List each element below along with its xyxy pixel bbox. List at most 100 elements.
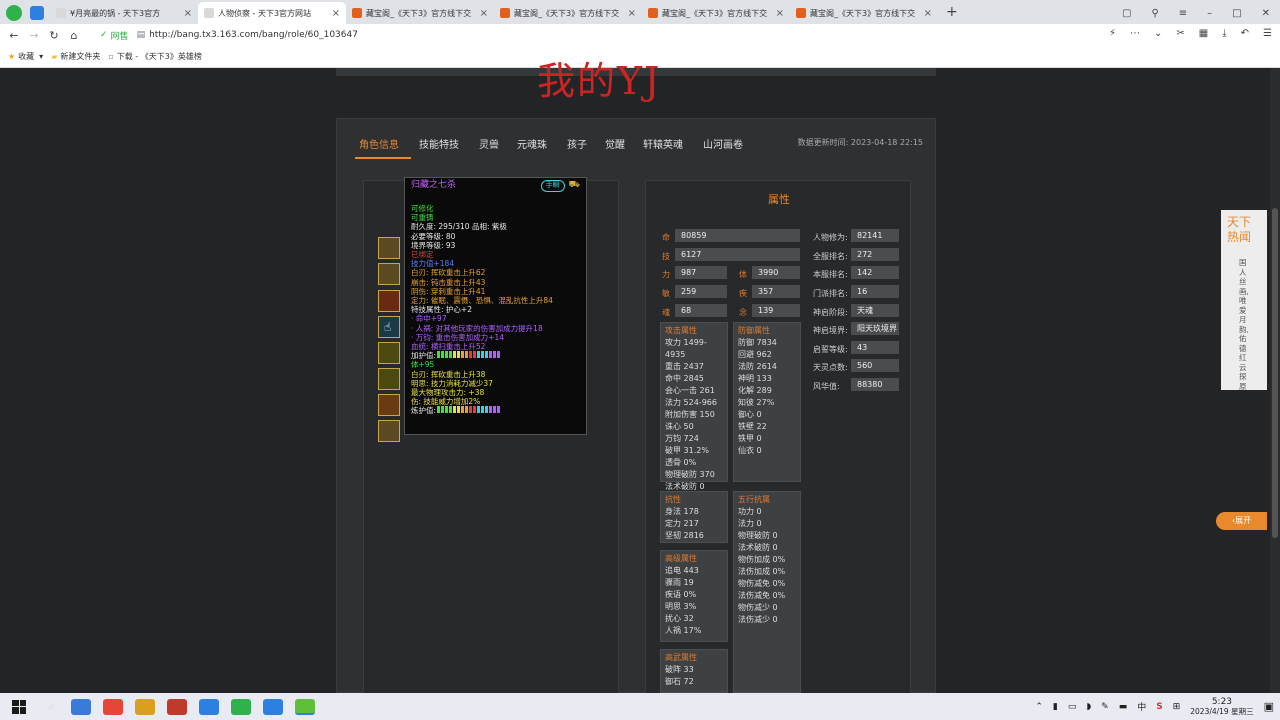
stat-label-agi: 敏 [662,289,670,298]
page-scrollbar[interactable] [1270,68,1280,693]
clock[interactable]: 5:23 2023/4/19 星期三 [1190,697,1253,717]
menu-icon[interactable]: ≡ [1179,8,1187,19]
item-tooltip: 归藏之七杀 手瞬 ⛟ 可修化 可重铸 耐久度: 295/310 品相: 紫极 必要等级… [404,177,587,435]
close-icon[interactable]: × [480,8,488,19]
ime-indicator[interactable]: 中 [1137,700,1146,713]
tab-heroes[interactable]: 轩辕英魂 [643,136,683,151]
close-icon[interactable]: × [776,8,784,19]
home-icon[interactable]: ⌂ [64,29,84,42]
browser-tab-2[interactable]: 人物侦察 - 天下3官方网站 × [198,2,346,24]
battery-icon[interactable]: ▬ [1119,702,1128,712]
minimize-icon[interactable]: – [1207,8,1212,19]
tab-scrolls[interactable]: 山河画卷 [703,136,743,151]
tab-awakening[interactable]: 觉醒 [605,136,625,151]
taskbar-app-icon[interactable] [230,698,251,715]
back-icon[interactable]: ← [4,29,24,42]
tooltip-line: 崩击: 钝击重击上升43 [411,277,486,287]
download-icon[interactable]: ⤓ [1222,28,1226,39]
rstat-value: 88380 [851,378,899,391]
bookmark-favorites[interactable]: ★ 收藏 ▾ [8,51,43,62]
taskbar-app-icon[interactable] [166,698,187,715]
browser-tab-4[interactable]: 藏宝阁_《天下3》官方线下交 × [494,2,642,24]
tab-skills[interactable]: 技能特技 [419,136,459,151]
tab-role-info[interactable]: 角色信息 [359,136,399,151]
chevron-up-icon[interactable]: ⌃ [1035,702,1043,712]
rstat-label: 门派排名: [813,289,848,298]
bookmark-folder[interactable]: ▰ 新建文件夹 [51,51,100,62]
star-icon: ★ [8,52,16,61]
tab-underline [355,157,411,159]
tab-pets[interactable]: 灵兽 [479,136,499,151]
browser-tab-1[interactable]: ¥月亮最的锅 - 天下3官方 × [50,2,198,24]
pin-icon[interactable]: ⚲ [1151,8,1158,19]
overlay-title: 我的YJ [537,59,662,103]
tooltip-lines: 可修化 可重铸 耐久度: 295/310 品相: 紫极 必要等级: 80 境界等级: 9… [411,204,580,416]
equip-slot-8[interactable] [378,420,400,442]
equip-slot-5[interactable] [378,342,400,364]
address-bar[interactable]: ✓ 网售 ▤ http://bang.tx3.163.com/bang/role… [100,26,1050,44]
taskbar-app-icon[interactable] [262,698,283,715]
tooltip-line: 定力: 催眠、震慑、恐惧、混乱抗性上升84 [411,296,553,306]
more-icon[interactable]: ⋯ [1130,28,1140,39]
browser-logo-icon [6,5,22,21]
mic-icon[interactable]: ▮ [1053,702,1058,712]
apps-icon[interactable]: ▦ [1199,28,1208,39]
undo-icon[interactable]: ↶ [1241,28,1249,39]
equip-slot-3[interactable] [378,290,400,312]
tab-nav-icon[interactable] [30,6,44,20]
anti-attributes: 五行抗属 功力 0 法力 0 物理破防 0 法术破防 0 物伤加成 0% 法伤加成 0% 物… [733,491,801,693]
update-time: 数据更新时间: 2023-04-18 22:15 [797,138,923,147]
restore-icon[interactable]: ▢ [1122,8,1131,19]
equip-slot-7[interactable] [378,394,400,416]
close-icon[interactable]: × [924,8,932,19]
tooltip-line: 加护值: [411,351,580,360]
scissors-icon[interactable]: ✂ [1176,28,1184,39]
taskbar-app-icon[interactable] [70,698,91,715]
close-icon[interactable]: × [628,8,636,19]
folder-icon: ▰ [51,52,58,61]
hot-news-title: 天下热闻 [1227,215,1252,244]
hot-news-vertical-text: 国人丝画,唯爱月韵,佑德红云探原 [1239,258,1249,391]
network-icon[interactable]: ▭ [1068,702,1077,712]
pen-icon[interactable]: ✎ [1101,702,1109,712]
tooltip-line: 已绑定 [411,250,434,260]
maximize-icon[interactable]: □ [1232,8,1241,19]
tooltip-line: 白刃: 挥砍重击上升38 [411,369,486,379]
tooltip-line: · 人祸: 对其他玩家的伤害加成力提升18 [411,323,543,333]
close-icon[interactable]: × [184,8,192,19]
tray-more-icon[interactable]: ⊞ [1173,702,1181,712]
new-tab-button[interactable]: + [946,4,958,20]
search-icon[interactable]: ⌕ [48,699,55,714]
taskbar-app-icon[interactable] [198,698,219,715]
equip-slot-1[interactable] [378,237,400,259]
notif-app-icon[interactable]: S [1156,702,1162,712]
volume-icon[interactable]: ◗ [1086,702,1091,712]
taskbar-app-icon[interactable] [134,698,155,715]
system-tray: ⌃ ▮ ▭ ◗ ✎ ▬ 中 S ⊞ 5:23 2023/4/19 星期三 ▣ [1035,697,1274,717]
scrollbar-thumb[interactable] [1272,208,1278,538]
browser-tab-3[interactable]: 藏宝阁_《天下3》官方线下交 × [346,2,494,24]
taskbar-app-icon[interactable] [102,698,123,715]
tab-children[interactable]: 孩子 [567,136,587,151]
lightning-icon[interactable]: ⚡ [1109,28,1116,39]
chevron-down-icon[interactable]: ⌄ [1154,28,1162,39]
windows-start-icon[interactable] [12,699,26,714]
account-icon[interactable]: ☰ [1263,28,1272,39]
equip-slot-6[interactable] [378,368,400,390]
expand-button[interactable]: ‹展开 [1216,512,1267,530]
rstat-value: 阳天玖境界 [851,322,899,335]
equip-slot-2[interactable] [378,263,400,285]
rstat-value: 82141 [851,229,899,242]
close-window-icon[interactable]: ✕ [1262,8,1270,19]
forward-icon[interactable]: → [24,29,44,42]
browser-tab-5[interactable]: 藏宝阁_《天下3》官方线下交 × [642,2,790,24]
browser-tab-bar: ¥月亮最的锅 - 天下3官方 × 人物侦察 - 天下3官方网站 × 藏宝阁_《天下3… [0,0,1280,24]
taskbar-app-icon[interactable] [294,698,315,715]
notification-icon[interactable]: ▣ [1264,700,1274,713]
rstat-value: 43 [851,341,899,354]
reload-icon[interactable]: ↻ [44,29,64,42]
bookmark-download[interactable]: ▫ 下载 - 《天下3》英雄榜 [108,51,201,62]
browser-tab-6[interactable]: 藏宝阁_《天下3》官方线下交 × [790,2,938,24]
tab-soul-beads[interactable]: 元魂珠 [517,136,547,151]
close-icon[interactable]: × [332,8,340,19]
